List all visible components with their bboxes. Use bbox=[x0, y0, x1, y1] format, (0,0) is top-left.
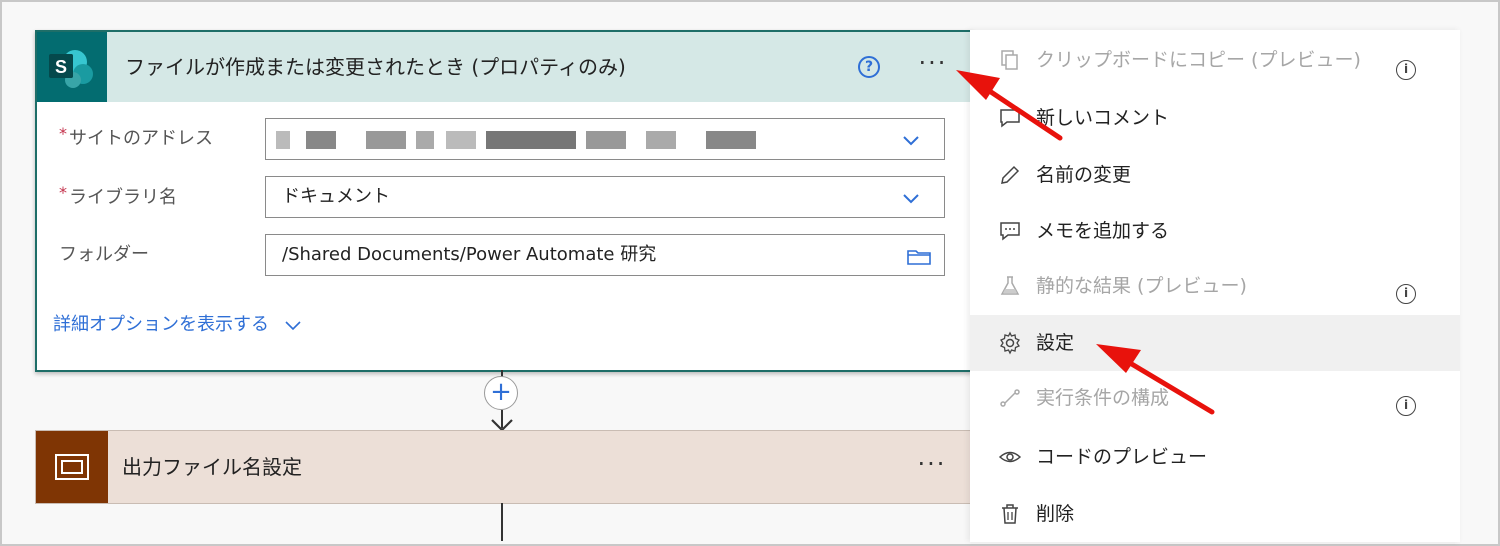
sharepoint-icon: S bbox=[49, 50, 93, 88]
sharepoint-connector-tile: S bbox=[37, 32, 107, 102]
library-value: ドキュメント bbox=[282, 186, 390, 207]
info-icon[interactable]: i bbox=[1396, 284, 1416, 304]
chevron-down-icon bbox=[285, 321, 301, 331]
svg-text:S: S bbox=[55, 57, 67, 77]
library-label: * ライブラリ名 bbox=[59, 183, 177, 208]
action-more-options-button[interactable]: ··· bbox=[912, 452, 952, 481]
folder-value: /Shared Documents/Power Automate 研究 bbox=[282, 244, 657, 265]
menu-item-copy-to-clipboard[interactable]: クリップボードにコピー (プレビュー) i bbox=[970, 32, 1460, 88]
connector-line-bottom bbox=[501, 503, 503, 541]
trigger-card[interactable]: S ファイルが作成または変更されたとき (プロパティのみ) ? ··· * サイト… bbox=[35, 30, 973, 372]
required-asterisk: * bbox=[59, 183, 67, 202]
folder-input[interactable]: /Shared Documents/Power Automate 研究 bbox=[265, 234, 945, 276]
menu-item-add-note[interactable]: メモを追加する bbox=[970, 203, 1460, 259]
folder-picker-icon[interactable] bbox=[906, 247, 932, 265]
menu-item-static-result[interactable]: 静的な結果 (プレビュー) i bbox=[970, 258, 1460, 314]
library-dropdown[interactable]: ドキュメント bbox=[265, 176, 945, 218]
chevron-down-icon[interactable] bbox=[902, 189, 920, 207]
comment-icon bbox=[1000, 109, 1020, 128]
required-asterisk: * bbox=[59, 124, 67, 143]
menu-item-configure-run-after[interactable]: 実行条件の構成 i bbox=[970, 370, 1460, 426]
show-advanced-options-link[interactable]: 詳細オプションを表示する bbox=[53, 310, 303, 336]
trigger-more-options-button[interactable]: ··· bbox=[913, 51, 953, 80]
site-address-label: * サイトのアドレス bbox=[59, 124, 213, 149]
trigger-title[interactable]: ファイルが作成または変更されたとき (プロパティのみ) bbox=[125, 32, 626, 102]
context-menu: クリップボードにコピー (プレビュー) i 新しいコメント 名前の変更 メモを追… bbox=[970, 30, 1460, 542]
copy-icon bbox=[1001, 50, 1018, 70]
menu-item-settings[interactable]: 設定 bbox=[970, 315, 1460, 371]
menu-item-rename[interactable]: 名前の変更 bbox=[970, 147, 1460, 203]
chevron-down-icon[interactable] bbox=[902, 131, 920, 149]
pencil-icon bbox=[1001, 165, 1020, 184]
info-icon[interactable]: i bbox=[1396, 396, 1416, 416]
insert-step-button[interactable]: + bbox=[484, 376, 518, 410]
run-after-icon bbox=[1000, 389, 1020, 407]
action-title[interactable]: 出力ファイル名設定 bbox=[122, 431, 302, 503]
variable-connector-tile bbox=[36, 431, 108, 503]
site-address-dropdown[interactable] bbox=[265, 118, 945, 160]
menu-item-delete[interactable]: 削除 bbox=[970, 486, 1460, 542]
trash-icon bbox=[1002, 504, 1018, 524]
flask-icon bbox=[1000, 276, 1020, 295]
info-icon[interactable]: i bbox=[1396, 60, 1416, 80]
action-card[interactable]: 出力ファイル名設定 ··· bbox=[35, 430, 971, 504]
trigger-card-header[interactable]: S ファイルが作成または変更されたとき (プロパティのみ) ? ··· bbox=[37, 32, 971, 102]
folder-label: フォルダー bbox=[59, 244, 149, 265]
eye-icon bbox=[998, 451, 1022, 463]
variable-icon bbox=[55, 454, 89, 480]
help-circle-icon[interactable]: ? bbox=[858, 56, 880, 78]
menu-item-new-comment[interactable]: 新しいコメント bbox=[970, 90, 1460, 146]
menu-item-peek-code[interactable]: コードのプレビュー bbox=[970, 429, 1460, 485]
gear-icon bbox=[1000, 331, 1020, 355]
note-icon bbox=[1000, 222, 1020, 241]
